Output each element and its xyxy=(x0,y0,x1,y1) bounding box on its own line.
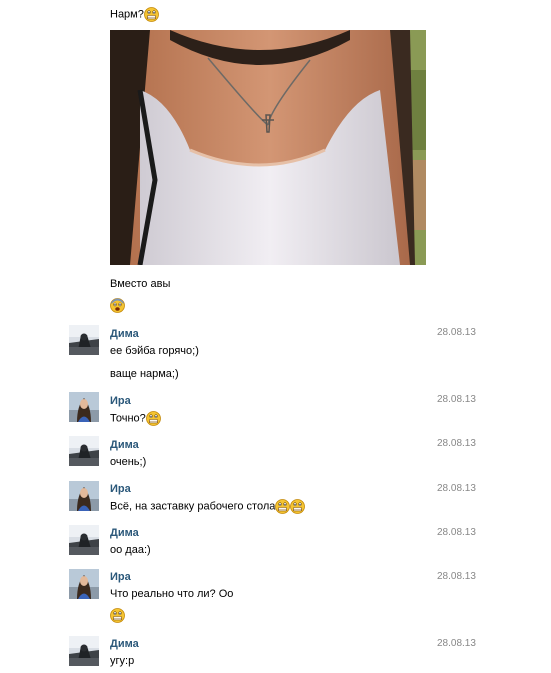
message-text: Точно? xyxy=(110,411,161,426)
message-date[interactable]: 28.08.13 xyxy=(437,570,476,583)
message-text: ее бэйба горячо;) xyxy=(110,345,199,357)
sender-name[interactable]: Дима xyxy=(110,439,139,452)
avatar-dima[interactable] xyxy=(69,636,99,666)
avatar-ira[interactable] xyxy=(69,392,99,422)
message-date[interactable]: 28.08.13 xyxy=(437,326,476,339)
sender-name[interactable]: Дима xyxy=(110,638,139,651)
message-emoji-row xyxy=(110,298,125,313)
grinning-emoji-icon xyxy=(144,7,159,22)
message-date[interactable]: 28.08.13 xyxy=(437,437,476,450)
avatar-ira[interactable] xyxy=(69,481,99,511)
sender-name[interactable]: Дима xyxy=(110,527,139,540)
avatar-dima[interactable] xyxy=(69,436,99,466)
message-date[interactable]: 28.08.13 xyxy=(437,393,476,406)
message-text: угу:р xyxy=(110,655,135,667)
scared-emoji-icon xyxy=(110,298,125,313)
grinning-emoji-icon xyxy=(275,499,290,514)
avatar-dima[interactable] xyxy=(69,325,99,355)
message-text: ваще нарма;) xyxy=(110,368,179,380)
sender-name[interactable]: Ира xyxy=(110,571,131,584)
message-date[interactable]: 28.08.13 xyxy=(437,526,476,539)
sender-name[interactable]: Ира xyxy=(110,483,131,496)
message-text: Что реально что ли? Оо xyxy=(110,588,234,600)
sender-name[interactable]: Дима xyxy=(110,328,139,341)
message-text: Нарм? xyxy=(110,7,159,22)
avatar-ira[interactable] xyxy=(69,569,99,599)
grinning-emoji-icon xyxy=(146,411,161,426)
message-text: Всё, на заставку рабочего стола xyxy=(110,499,305,514)
grinning-emoji-icon xyxy=(290,499,305,514)
avatar-dima[interactable] xyxy=(69,525,99,555)
message-emoji-row xyxy=(110,608,125,623)
chat-history: Нарм? Вместо авы Дима 28.08.13 ее бэйба … xyxy=(0,0,551,673)
grinning-emoji-icon xyxy=(110,608,125,623)
photo-attachment[interactable] xyxy=(110,30,426,265)
photo-caption: Вместо авы xyxy=(110,278,171,290)
message-date[interactable]: 28.08.13 xyxy=(437,482,476,495)
message-text: оо даа:) xyxy=(110,544,151,556)
message-text: очень;) xyxy=(110,456,147,468)
sender-name[interactable]: Ира xyxy=(110,395,131,408)
message-date[interactable]: 28.08.13 xyxy=(437,637,476,650)
